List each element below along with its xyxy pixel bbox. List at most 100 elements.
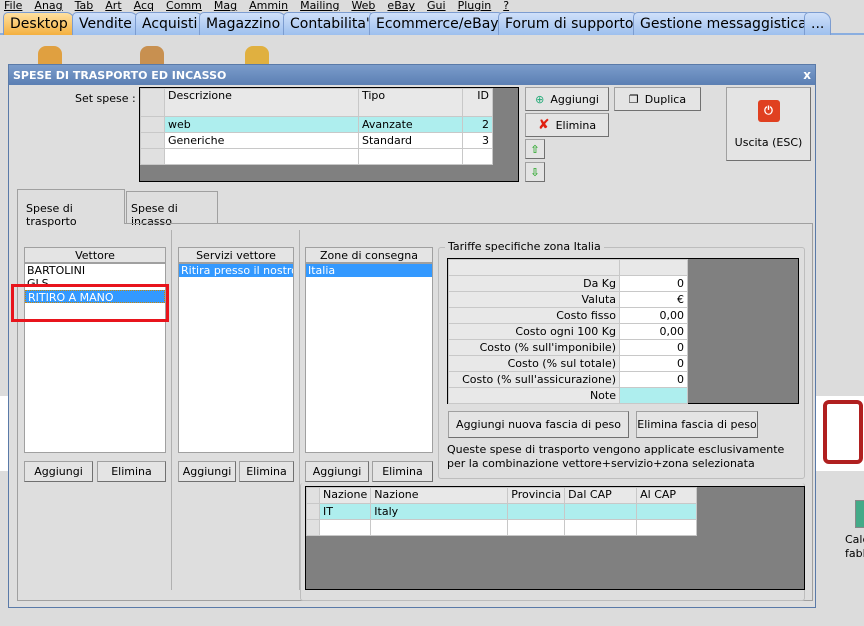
servizi-aggiungi-button[interactable]: Aggiungi <box>178 461 236 482</box>
desktop-app-icon[interactable] <box>823 400 863 464</box>
tab-more[interactable]: ... <box>804 12 832 35</box>
tariffe-value[interactable]: 0,00 <box>619 323 688 340</box>
tariffe-row[interactable]: Costo fisso 0,00 <box>448 307 688 324</box>
menu-comm[interactable]: Comm <box>166 0 202 12</box>
duplica-button[interactable]: ❐ Duplica <box>614 87 701 111</box>
menu-mag[interactable]: Mag <box>214 0 237 12</box>
servizi-list[interactable]: Ritira presso il nostro punto <box>178 263 294 453</box>
tariffe-value[interactable]: 0 <box>619 275 688 292</box>
tariffe-label: Costo fisso <box>448 307 620 324</box>
col-al-cap[interactable]: Al CAP <box>636 487 697 504</box>
table-row[interactable] <box>140 148 493 165</box>
col-descrizione[interactable]: Descrizione <box>164 88 359 117</box>
desktop-calc-label[interactable]: Calcfabl <box>845 533 864 561</box>
tariffe-label: Da Kg <box>448 275 620 292</box>
menu-help[interactable]: ? <box>503 0 509 12</box>
tab-spese-trasporto[interactable]: Spese di trasporto <box>17 189 125 228</box>
zone-aggiungi-button[interactable]: Aggiungi <box>305 461 369 482</box>
tab-ecommerce[interactable]: Ecommerce/eBay <box>369 12 506 35</box>
uscita-button[interactable]: ⏻ Uscita (ESC) <box>726 87 811 161</box>
power-icon: ⏻ <box>757 99 780 122</box>
menu-file[interactable]: File <box>4 0 22 12</box>
vettore-elimina-button[interactable]: Elimina <box>97 461 166 482</box>
menu-art[interactable]: Art <box>105 0 121 12</box>
col-provincia[interactable]: Provincia <box>507 487 566 504</box>
vettore-aggiungi-button[interactable]: Aggiungi <box>24 461 93 482</box>
set-spese-grid[interactable]: Descrizione Tipo ID web Avanzate 2 Generiche… <box>139 87 519 182</box>
move-up-button[interactable]: ⇧ <box>525 139 545 159</box>
list-item-selected[interactable]: Ritira presso il nostro punto <box>179 264 293 277</box>
zone-elimina-button[interactable]: Elimina <box>372 461 433 482</box>
menu-acq[interactable]: Acq <box>134 0 154 12</box>
tab-spese-incasso[interactable]: Spese di incasso <box>126 191 218 228</box>
tariffe-label: Note <box>448 387 620 404</box>
tariffe-row[interactable]: Valuta € <box>448 291 688 308</box>
tab-forum[interactable]: Forum di supporto <box>498 12 641 35</box>
tariffe-value[interactable]: 0,00 <box>619 307 688 324</box>
menu-ammin[interactable]: Ammin <box>249 0 288 12</box>
tab-magazzino[interactable]: Magazzino <box>199 12 288 35</box>
desktop-agent-icon[interactable] <box>245 46 269 66</box>
tariffe-value[interactable]: 0 <box>619 355 688 372</box>
menu-web[interactable]: Web <box>351 0 375 12</box>
list-item-selected[interactable]: Italia <box>306 264 432 277</box>
close-icon[interactable]: x <box>803 68 811 82</box>
elimina-fascia-button[interactable]: Elimina fascia di peso <box>636 411 758 438</box>
menu-mailing[interactable]: Mailing <box>300 0 339 12</box>
tariffe-grid[interactable]: Da Kg 0 Valuta € Costo fisso 0,00 Costo ogni 1… <box>447 258 799 404</box>
tariffe-value[interactable]: 0 <box>619 371 688 388</box>
arrow-up-icon: ⇧ <box>530 142 540 156</box>
desktop-contacts-icon[interactable] <box>38 46 62 66</box>
tab-messaggistica[interactable]: Gestione messaggistica <box>633 12 814 35</box>
tariffe-value[interactable] <box>619 387 688 404</box>
set-spese-label: Set spese : <box>75 92 136 105</box>
tariffe-value[interactable]: 0 <box>619 339 688 356</box>
tariffe-row[interactable]: Costo (% sull'assicurazione) 0 <box>448 371 688 388</box>
desktop-users-icon[interactable] <box>140 46 164 66</box>
spese-dialog: SPESE DI TRASPORTO ED INCASSO x Set spes… <box>8 64 816 608</box>
tariffe-title: Tariffe specifiche zona Italia <box>445 240 604 253</box>
tariffe-row[interactable]: Costo (% sull'imponibile) 0 <box>448 339 688 356</box>
col-id[interactable]: ID <box>462 88 493 117</box>
menu-tab[interactable]: Tab <box>75 0 94 12</box>
delete-x-icon: ✘ <box>537 117 550 133</box>
tariffe-row[interactable]: Da Kg 0 <box>448 275 688 292</box>
aggiungi-set-button[interactable]: ⊕ Aggiungi <box>525 87 609 111</box>
vettore-header: Vettore <box>24 247 166 263</box>
col-nazione[interactable]: Nazione <box>370 487 509 504</box>
col-tipo[interactable]: Tipo <box>358 88 463 117</box>
tariffe-row[interactable]: Costo (% sul totale) 0 <box>448 355 688 372</box>
dialog-title-bar: SPESE DI TRASPORTO ED INCASSO x <box>9 65 815 85</box>
tariffe-row[interactable]: Note <box>448 387 688 404</box>
nazioni-grid[interactable]: Nazione Nazione Provincia Dal CAP Al CAP IT I… <box>305 486 805 590</box>
zone-header: Zone di consegna <box>305 247 433 263</box>
tab-acquisti[interactable]: Acquisti <box>135 12 205 35</box>
tab-contabilita[interactable]: Contabilita' <box>283 12 377 35</box>
tab-desktop[interactable]: Desktop <box>3 12 75 35</box>
menu-gui[interactable]: Gui <box>427 0 446 12</box>
desktop-calc-icon[interactable] <box>855 500 864 528</box>
tab-vendite[interactable]: Vendite <box>72 12 139 35</box>
col-nazione-code[interactable]: Nazione <box>318 487 372 504</box>
zone-list[interactable]: Italia <box>305 263 433 453</box>
elimina-set-button[interactable]: ✘ Elimina <box>525 113 609 137</box>
menu-bar: File Anag Tab Art Acq Comm Mag Ammin Mailing Web e… <box>0 0 864 12</box>
tariffe-value[interactable]: € <box>619 291 688 308</box>
arrow-down-icon: ⇩ <box>530 165 540 179</box>
table-row[interactable]: Generiche Standard 3 <box>140 132 493 149</box>
move-down-button[interactable]: ⇩ <box>525 162 545 182</box>
tariffe-label: Valuta <box>448 291 620 308</box>
menu-anag[interactable]: Anag <box>34 0 62 12</box>
aggiungi-fascia-button[interactable]: Aggiungi nuova fascia di peso <box>448 411 629 438</box>
menu-plugin[interactable]: Plugin <box>458 0 492 12</box>
table-row[interactable] <box>306 519 697 536</box>
table-row[interactable]: IT Italy <box>306 503 697 520</box>
col-dal-cap[interactable]: Dal CAP <box>564 487 638 504</box>
list-item[interactable]: BARTOLINI <box>25 264 165 277</box>
tariffe-label: Costo (% sul totale) <box>448 355 620 372</box>
table-row[interactable]: web Avanzate 2 <box>140 116 493 133</box>
menu-ebay[interactable]: eBay <box>387 0 415 12</box>
tariffe-row[interactable]: Costo ogni 100 Kg 0,00 <box>448 323 688 340</box>
servizi-elimina-button[interactable]: Elimina <box>239 461 294 482</box>
divider <box>171 230 172 590</box>
